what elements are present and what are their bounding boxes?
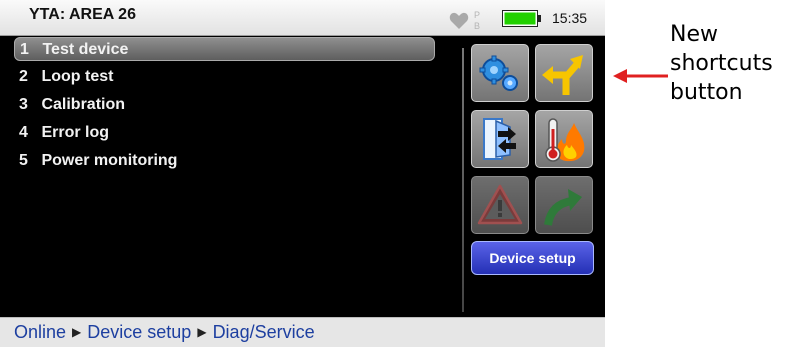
shortcut-warning-button[interactable] [471,176,529,234]
menu-item-number: 3 [19,96,28,113]
breadcrumb-diag-service: Diag/Service [212,322,315,342]
panel-divider [462,48,464,312]
annotation-callout: New shortcuts button [670,20,790,107]
svg-text:B: B [474,21,480,31]
menu-item-calibration[interactable]: 3 Calibration [14,93,435,117]
gears-icon [479,55,518,91]
main-menu: 1 Test device 2 Loop test 3 Calibration … [14,37,464,317]
breadcrumb-separator-icon: ▶ [72,325,82,339]
shortcut-new-shortcuts-button[interactable] [535,44,593,102]
breadcrumb-online[interactable]: Online [14,322,66,342]
bluetooth-icon: P B [474,10,480,31]
device-transfer-icon [483,118,516,160]
menu-item-number: 4 [19,124,28,141]
shortcut-go-button[interactable] [535,176,593,234]
status-bar: YTA: AREA 26 P B 15:35 [0,0,605,36]
annotation-line: button [670,80,743,105]
clock-time: 15:35 [552,10,588,26]
menu-item-number: 1 [20,41,29,58]
breadcrumb-separator-icon: ▶ [197,325,207,339]
shortcut-temperature-button[interactable] [535,110,593,168]
menu-item-label: Test device [42,41,129,58]
breadcrumb-device-setup[interactable]: Device setup [87,322,191,342]
annotation-line: New [670,22,718,47]
breadcrumb: Online ▶ Device setup ▶ Diag/Service [0,317,605,347]
shortcut-arrows-icon [542,55,583,95]
heart-icon [449,12,469,29]
menu-item-label: Error log [41,124,110,141]
temperature-fire-icon [545,118,585,162]
menu-item-label: Power monitoring [41,152,178,169]
green-arrow-icon [544,189,582,226]
device-setup-button[interactable]: Device setup [471,241,594,275]
svg-text:P: P [474,10,480,20]
shortcut-transfer-button[interactable] [471,110,529,168]
annotation-line: shortcuts [670,51,773,76]
menu-item-number: 2 [19,68,28,85]
annotation-arrow-icon [613,69,668,83]
shortcut-gears-button[interactable] [471,44,529,102]
menu-item-label: Calibration [41,96,126,113]
device-screen: YTA: AREA 26 P B 15:35 1 Test device 2 L… [0,0,605,347]
menu-item-power-monitoring[interactable]: 5 Power monitoring [14,149,435,173]
battery-icon [502,10,541,27]
menu-item-label: Loop test [41,68,114,85]
menu-item-test-device[interactable]: 1 Test device [14,37,435,61]
menu-item-loop-test[interactable]: 2 Loop test [14,65,435,89]
page-title: YTA: AREA 26 [29,6,136,23]
menu-item-number: 5 [19,152,28,169]
warning-icon [477,184,523,225]
menu-item-error-log[interactable]: 4 Error log [14,121,435,145]
